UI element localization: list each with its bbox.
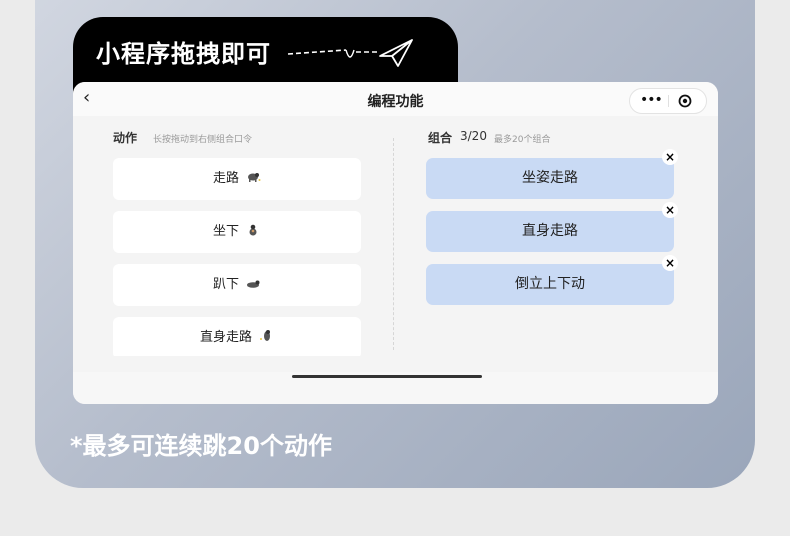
navigation-bar: ‹ 编程功能 ••• bbox=[73, 82, 718, 116]
actions-label: 动作 bbox=[113, 131, 138, 145]
footnote: *最多可连续跳20个动作 bbox=[70, 432, 332, 460]
action-label: 走路 bbox=[212, 171, 239, 186]
action-item-upright-walk[interactable]: 直身走路 bbox=[113, 317, 361, 356]
action-label: 趴下 bbox=[212, 277, 239, 292]
combo-label: 组合 bbox=[428, 131, 453, 145]
close-miniprogram-icon[interactable] bbox=[678, 94, 692, 108]
more-icon[interactable]: ••• bbox=[640, 89, 663, 113]
remove-icon[interactable]: × bbox=[662, 149, 678, 165]
capsule-divider bbox=[668, 95, 669, 107]
combo-item-label: 倒立上下动 bbox=[515, 276, 585, 292]
combo-list: 坐姿走路 × 直身走路 × 倒立上下动 × bbox=[426, 149, 678, 317]
action-item-walk[interactable]: 走路 bbox=[113, 158, 361, 200]
mini-program-window: ‹ 编程功能 ••• 动作 长按拖动到右侧组合口令 组合 3/20 最多20个组… bbox=[73, 82, 718, 404]
combo-hint: 最多20个组合 bbox=[494, 135, 551, 145]
dog-upright-icon bbox=[260, 330, 270, 341]
action-label: 坐下 bbox=[212, 224, 239, 239]
dog-sitting-icon bbox=[249, 224, 257, 236]
dog-lying-icon bbox=[247, 280, 260, 288]
combo-item[interactable]: 倒立上下动 × bbox=[426, 255, 678, 305]
banner-title: 小程序拖拽即可 bbox=[96, 40, 271, 68]
action-item-lie-down[interactable]: 趴下 bbox=[113, 264, 361, 306]
combo-item-label: 直身走路 bbox=[522, 223, 578, 239]
dog-walking-icon bbox=[248, 173, 261, 182]
combo-item[interactable]: 直身走路 × bbox=[426, 202, 678, 252]
combo-item-label: 坐姿走路 bbox=[522, 170, 578, 186]
actions-hint: 长按拖动到右侧组合口令 bbox=[153, 135, 253, 145]
action-label: 直身走路 bbox=[199, 330, 252, 345]
combo-count: 3/20 bbox=[460, 129, 487, 143]
combo-item[interactable]: 坐姿走路 × bbox=[426, 149, 678, 199]
remove-icon[interactable]: × bbox=[662, 202, 678, 218]
action-list: 走路 坐下 趴下 直身走路 bbox=[113, 158, 361, 356]
menu-capsule: ••• bbox=[629, 88, 707, 114]
column-divider bbox=[393, 138, 394, 350]
paper-plane-icon bbox=[287, 39, 413, 67]
action-item-sit[interactable]: 坐下 bbox=[113, 211, 361, 253]
page-title: 编程功能 bbox=[367, 94, 424, 110]
home-indicator[interactable] bbox=[292, 375, 482, 378]
remove-icon[interactable]: × bbox=[662, 255, 678, 271]
